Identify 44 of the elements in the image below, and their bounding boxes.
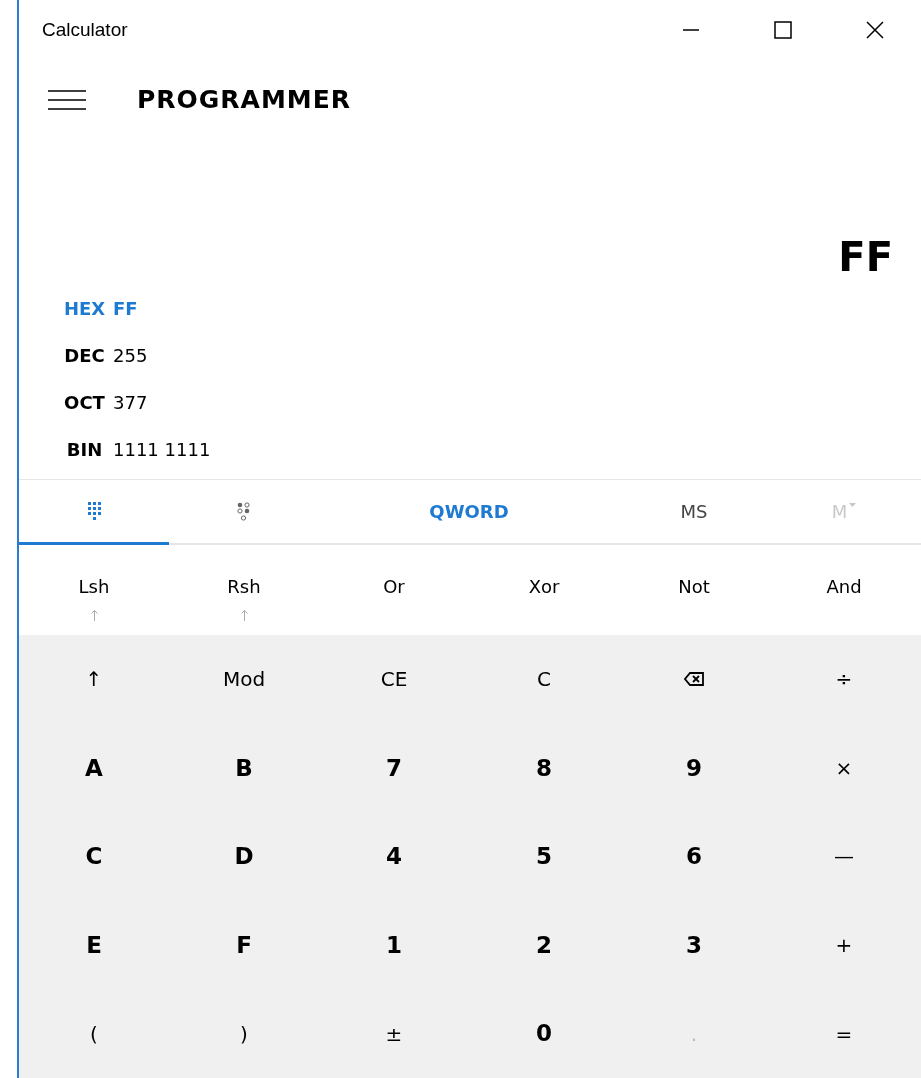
window-title: Calculator [41,17,128,42]
operator-key[interactable]: ( [19,989,169,1078]
digit-key[interactable]: F [169,900,319,990]
operator-key[interactable]: — [769,812,919,901]
operator-key[interactable]: ÷ [769,635,919,724]
operator-key[interactable]: ↑ [19,635,169,724]
operator-key[interactable]: ± [319,989,469,1078]
dots-icon [237,501,251,522]
operator-key[interactable]: = [769,989,919,1078]
menu-icon [48,90,86,110]
radix-row[interactable]: OCT 377 [19,379,154,426]
digit-key[interactable]: D [169,812,319,901]
radix-row[interactable]: HEX FF [19,285,144,332]
digit-key[interactable]: 5 [469,812,619,901]
digit-key[interactable]: A [19,723,169,813]
digit-key[interactable]: E [19,900,169,990]
digit-key[interactable]: 0 [469,989,619,1078]
operator-key[interactable]: × [769,723,919,813]
digit-key[interactable]: 4 [319,812,469,901]
maximize-icon [774,21,792,39]
radix-row[interactable]: BIN 1111 1111 [19,426,217,473]
operator-key[interactable]: ) [169,989,319,1078]
mode-title: PROGRAMMER [137,84,352,117]
digit-key[interactable]: 1 [319,900,469,990]
digit-key[interactable]: 2 [469,900,619,990]
operator-key[interactable]: CE [319,635,469,724]
memory-store-button[interactable]: MS [619,480,769,543]
digit-key[interactable]: C [19,812,169,901]
backspace-icon [684,672,704,687]
operator-key[interactable]: Mod [169,635,319,724]
word-size-button[interactable]: QWORD [319,480,619,543]
digit-key[interactable]: B [169,723,319,813]
digit-key[interactable]: 6 [619,812,769,901]
digit-key[interactable]: 8 [469,723,619,813]
minimize-icon [682,29,700,31]
operator-key[interactable]: + [769,900,919,990]
display-value: FF [838,237,893,277]
keypad-icon [87,502,101,520]
digit-key[interactable]: 7 [319,723,469,813]
operator-key[interactable]: C [469,635,619,724]
close-icon [866,21,884,39]
radix-row[interactable]: DEC 255 [19,332,154,379]
digit-key[interactable]: 3 [619,900,769,990]
digit-key[interactable]: 9 [619,723,769,813]
